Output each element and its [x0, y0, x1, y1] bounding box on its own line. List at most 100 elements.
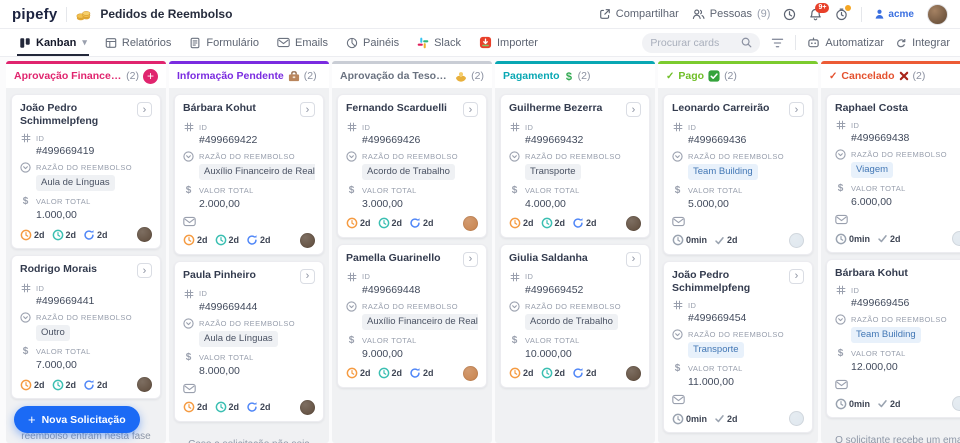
- expand-card-button[interactable]: ›: [789, 268, 804, 284]
- tab-paineis[interactable]: Painéis: [337, 29, 408, 56]
- svg-text:$: $: [566, 71, 572, 82]
- id-field: ID #499669444: [183, 289, 315, 313]
- select-chevron-icon: [20, 312, 31, 323]
- user-avatar[interactable]: [927, 3, 948, 25]
- assignee-avatar[interactable]: [463, 215, 478, 231]
- pipefy-logo[interactable]: pipefy: [12, 6, 57, 23]
- notifications-button[interactable]: 9+: [809, 2, 830, 21]
- kanban-board: + Nova Solicitação Aprovação Financeira …: [0, 57, 960, 443]
- automate-button[interactable]: Automatizar: [807, 36, 884, 49]
- field-label: RAZÃO DO REEMBOLSO: [362, 152, 458, 161]
- expand-card-button[interactable]: ›: [300, 268, 315, 284]
- assignee-avatar[interactable]: [952, 396, 960, 411]
- card-id-value: #499669452: [525, 283, 584, 296]
- kanban-card[interactable]: Paula Pinheiro › ID #499669444 RAZÃO DO …: [174, 260, 324, 422]
- people-button[interactable]: Pessoas (9): [692, 8, 770, 20]
- sla-badge: 2d: [714, 413, 738, 425]
- sla-badge: 2d: [52, 229, 76, 241]
- card-title: Bárbara Kohut: [183, 102, 256, 114]
- assignee-avatar[interactable]: [463, 365, 478, 381]
- card-title: Raphael Costa: [835, 102, 908, 114]
- expand-card-button[interactable]: ›: [463, 251, 478, 267]
- reason-value: Transporte: [688, 342, 744, 358]
- search-icon[interactable]: [741, 37, 752, 48]
- currency-icon: $: [674, 184, 681, 196]
- assignee-avatar[interactable]: [137, 377, 152, 392]
- sla-badges: 2d 2d 2d: [509, 367, 597, 379]
- card-title: Pamella Guarinello: [346, 251, 441, 264]
- kanban-card[interactable]: Leonardo Carreirão › ID #499669436 RAZÃO…: [663, 94, 813, 255]
- kanban-card[interactable]: Bárbara Kohut › ID #499669422 RAZÃO DO R…: [174, 94, 324, 255]
- column-header[interactable]: Informação Pendente (2): [169, 61, 329, 88]
- sla-badge: 2d: [509, 217, 534, 229]
- hash-icon: [346, 122, 357, 132]
- column-header[interactable]: Aprovação da Tesouraria (2): [332, 61, 492, 88]
- column-header[interactable]: ✓ Pago (2): [658, 61, 818, 88]
- assignee-avatar[interactable]: [789, 411, 804, 426]
- expand-card-button[interactable]: ›: [137, 102, 152, 117]
- org-badge[interactable]: acme: [875, 9, 914, 20]
- integrate-button[interactable]: Integrar: [895, 37, 950, 49]
- assignee-avatar[interactable]: [952, 231, 960, 246]
- pipe-title[interactable]: Pedidos de Reembolso: [100, 7, 232, 21]
- sla-badge: 2d: [572, 217, 597, 229]
- field-label: RAZÃO DO REEMBOLSO: [525, 152, 621, 161]
- assignee-avatar[interactable]: [300, 399, 315, 415]
- column-header[interactable]: Aprovação Financeira (2) +: [6, 61, 166, 88]
- kanban-card[interactable]: Fernando Scarduelli › ID #499669426 RAZÃ…: [337, 94, 487, 238]
- column-header[interactable]: ✓ Cancelado (2): [821, 61, 960, 88]
- tab-formulario[interactable]: Formulário: [180, 29, 268, 56]
- tab-relatorios[interactable]: Relatórios: [96, 29, 181, 56]
- people-label: Pessoas: [709, 8, 752, 20]
- expand-card-button[interactable]: ›: [626, 251, 641, 267]
- expand-card-button[interactable]: ›: [137, 263, 152, 279]
- sla-badges: 0min 2d: [672, 413, 738, 425]
- assignee-avatar[interactable]: [137, 227, 152, 243]
- timer-button[interactable]: [835, 4, 852, 21]
- sla-badges: 2d 2d 2d: [346, 367, 434, 379]
- add-card-button[interactable]: +: [143, 68, 158, 84]
- kanban-card[interactable]: João Pedro Schimmelpfeng › ID #499669454…: [663, 260, 813, 433]
- expand-card-button[interactable]: ›: [463, 102, 478, 117]
- sla-badge: 2d: [52, 379, 76, 391]
- assignee-avatar[interactable]: [789, 232, 804, 248]
- tab-label: Importer: [496, 36, 538, 49]
- tab-label: Slack: [434, 36, 461, 49]
- filter-icon[interactable]: [771, 38, 784, 48]
- field-label: VALOR TOTAL: [525, 335, 580, 345]
- tab-importer[interactable]: Importer: [470, 29, 547, 56]
- assignee-avatar[interactable]: [626, 215, 641, 231]
- kanban-card[interactable]: Rodrigo Morais › ID #499669441 RAZÃO DO …: [11, 255, 161, 399]
- card-id-value: #499669436: [688, 134, 747, 146]
- kanban-card[interactable]: Raphael Costa ID #499669438 RAZÃO DO REE…: [826, 94, 960, 253]
- kanban-card[interactable]: Guilherme Bezerra › ID #499669432 RAZÃO …: [500, 94, 650, 238]
- assignee-avatar[interactable]: [300, 232, 315, 248]
- kanban-card[interactable]: Pamella Guarinello › ID #499669448 RAZÃO…: [337, 243, 487, 388]
- tab-emails[interactable]: Emails: [268, 29, 337, 56]
- field-label: RAZÃO DO REEMBOLSO: [688, 330, 784, 340]
- column-header[interactable]: Pagamento $ (2): [495, 61, 655, 88]
- field-label: RAZÃO DO REEMBOLSO: [525, 301, 621, 311]
- tab-slack[interactable]: Slack: [408, 29, 470, 56]
- kanban-card[interactable]: Giulia Saldanha › ID #499669452 RAZÃO DO…: [500, 243, 650, 388]
- search-input[interactable]: [650, 36, 736, 49]
- assignee-avatar[interactable]: [626, 365, 641, 381]
- tab-kanban[interactable]: Kanban ▾: [10, 29, 96, 56]
- org-label: acme: [888, 8, 914, 20]
- select-chevron-icon: [346, 301, 357, 312]
- sla-badge: 2d: [541, 367, 565, 379]
- history-icon: [783, 8, 796, 21]
- history-button[interactable]: [783, 8, 796, 21]
- expand-card-button[interactable]: ›: [626, 102, 641, 117]
- column-title: Cancelado: [841, 70, 895, 82]
- expand-card-button[interactable]: ›: [789, 102, 804, 117]
- column-cards: João Pedro Schimmelpfeng › ID #499669419…: [6, 88, 166, 405]
- new-request-button[interactable]: + Nova Solicitação: [14, 406, 140, 433]
- kanban-card[interactable]: Bárbara Kohut ID #499669456 RAZÃO DO REE…: [826, 259, 960, 418]
- share-button[interactable]: Compartilhar: [599, 8, 679, 20]
- field-label: VALOR TOTAL: [199, 185, 254, 195]
- email-field-icon: [835, 214, 960, 225]
- expand-card-button[interactable]: ›: [300, 102, 315, 117]
- hash-icon: [183, 122, 194, 132]
- kanban-card[interactable]: João Pedro Schimmelpfeng › ID #499669419…: [11, 94, 161, 250]
